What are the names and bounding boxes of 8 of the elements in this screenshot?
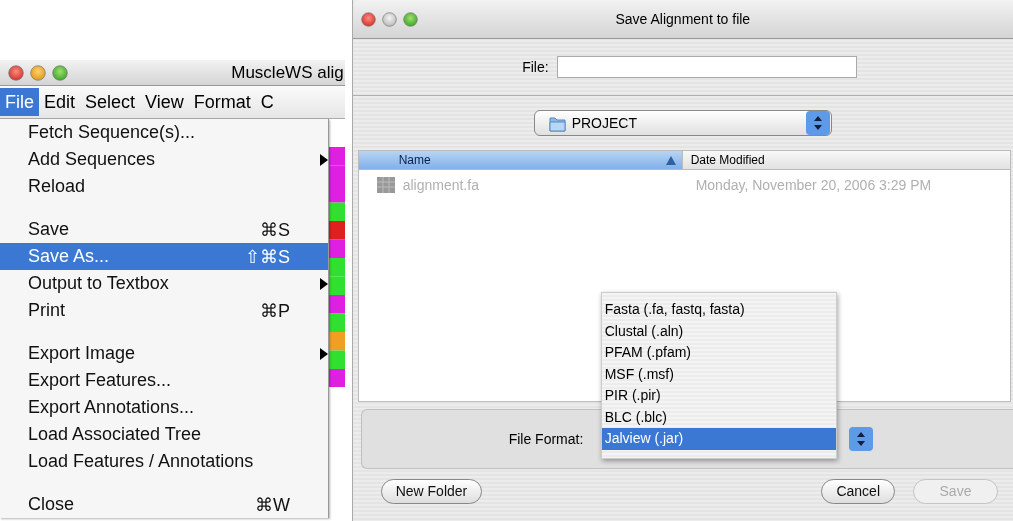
shortcut-label: ⌘P <box>260 299 290 322</box>
shortcut-label: ⌘S <box>260 218 290 241</box>
field-label: File Format: <box>508 431 584 447</box>
shortcut-label: ⌘W <box>255 493 290 516</box>
window-title: MuscleWS alig <box>231 62 345 83</box>
shortcut-label: ⇧⌘S <box>245 245 290 268</box>
window-title: Save Alignment to file <box>615 11 751 27</box>
field-label: File: <box>521 59 549 75</box>
